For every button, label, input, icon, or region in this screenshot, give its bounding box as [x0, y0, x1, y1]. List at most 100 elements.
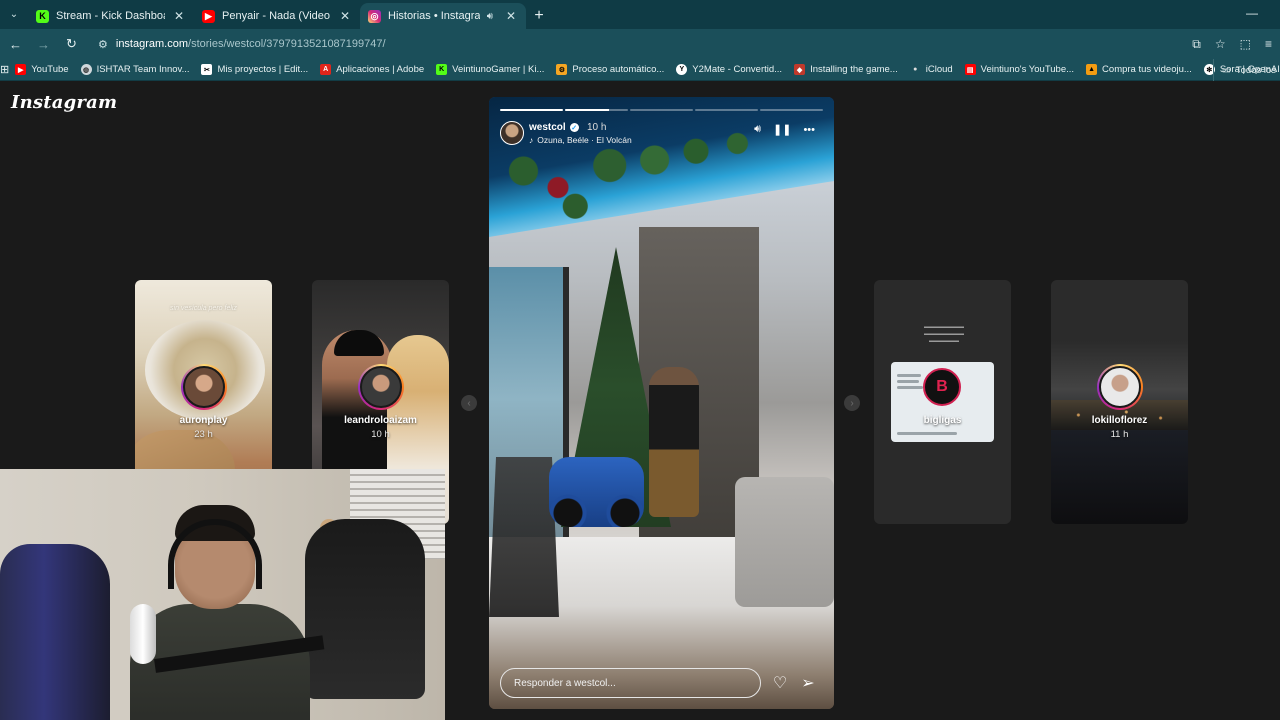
text-line — [897, 432, 957, 435]
bookmark-label: ISHTAR Team Innov... — [96, 64, 190, 75]
story-preview-bigligas[interactable]: ▬▬▬▬▬▬▬▬ ▬▬▬▬▬▬▬▬ ▬▬▬▬▬▬ B bigligas — [874, 280, 1011, 524]
like-heart-icon[interactable]: ♡ — [769, 672, 791, 694]
webcam-overlay — [0, 469, 445, 720]
tab-strip: ⌄ K Stream - Kick Dashboard ✕ ▶ Penyair … — [0, 0, 1280, 29]
bookmark-item[interactable]: ▤ Veintiuno's YouTube... — [959, 64, 1080, 75]
bookmark-item[interactable]: Y Y2Mate - Convertid... — [670, 64, 788, 75]
youtube-icon: ▶ — [202, 9, 215, 23]
close-tab-icon[interactable]: ✕ — [504, 9, 518, 23]
tab-kick-dashboard[interactable]: K Stream - Kick Dashboard ✕ — [28, 3, 194, 29]
story-author[interactable]: westcol ✓ — [529, 122, 579, 133]
address-bar[interactable]: ⚙ instagram.com/stories/westcol/37979135… — [92, 32, 1152, 56]
bookmark-label: Installing the game... — [810, 64, 898, 75]
bookmark-label: Proceso automático... — [572, 64, 665, 75]
pause-icon[interactable]: ❚❚ — [773, 123, 791, 136]
story-username: bigligas — [923, 415, 962, 426]
bookmark-item[interactable]: ◍ ISHTAR Team Innov... — [75, 64, 196, 75]
apps-grid-icon[interactable]: ⊞ — [0, 63, 9, 76]
streamer — [130, 505, 310, 720]
text-line — [897, 380, 919, 383]
install-app-icon[interactable]: ⧉ — [1192, 37, 1201, 52]
story-preview-lokilloflorez[interactable]: lokilloflorez 11 h — [1051, 280, 1188, 524]
tab-search-icon[interactable]: ⌄ — [0, 0, 28, 29]
avatar — [357, 364, 404, 410]
volume-icon[interactable]: 🔊︎ — [754, 123, 761, 136]
close-tab-icon[interactable]: ✕ — [338, 9, 352, 23]
story-progress-bar — [500, 109, 823, 111]
more-options-icon[interactable]: ••• — [803, 124, 815, 136]
bookmark-label: Veintiuno's YouTube... — [980, 64, 1075, 75]
story-time: 10 h — [587, 122, 607, 133]
url-path: /stories/westcol/3797913521087199747/ — [188, 38, 386, 50]
youtube-icon: ▶ — [15, 64, 27, 75]
browser-toolbar: ← → ↻ ⚙ instagram.com/stories/westcol/37… — [0, 29, 1280, 59]
tab-instagram-stories[interactable]: ◎ Historias • Instagram 🔊︎ ✕ — [360, 3, 526, 29]
close-tab-icon[interactable]: ✕ — [172, 9, 186, 23]
bookmark-item[interactable]: ◆ Installing the game... — [788, 64, 904, 75]
story-time: 11 h — [1110, 429, 1129, 440]
previous-story-icon[interactable]: ‹ — [461, 395, 477, 411]
reply-input[interactable] — [500, 668, 761, 698]
tab-title: Historias • Instagram — [388, 10, 480, 22]
apple-icon: ● — [913, 66, 918, 73]
story-thumbnail-text: ▬▬▬▬▬▬▬▬ ▬▬▬▬▬▬▬▬ ▬▬▬▬▬▬ — [924, 324, 964, 344]
bookmark-item[interactable]: ▲ Compra tus videoju... — [1080, 64, 1198, 75]
extensions-icon[interactable]: ⬚ — [1240, 37, 1251, 51]
text-line — [897, 386, 923, 389]
automation-icon: ⚙ — [556, 64, 568, 75]
tab-title: Penyair - Nada (Video Oficial) - — [222, 10, 331, 22]
story-image — [735, 477, 834, 607]
avatar[interactable] — [500, 121, 524, 145]
back-icon[interactable]: ← — [3, 32, 28, 57]
bookmark-item[interactable]: ✂ Mis proyectos | Edit... — [195, 64, 314, 75]
site-settings-icon[interactable]: ⚙ — [98, 38, 108, 51]
progress-segment — [695, 109, 758, 111]
bookmark-label: Mis proyectos | Edit... — [217, 64, 309, 75]
story-caption: sin vesícula pero feliz — [170, 305, 237, 312]
folder-icon: ▭ — [1221, 64, 1231, 76]
bookmark-label: VeintiunoGamer | Ki... — [452, 64, 545, 75]
forward-icon[interactable]: → — [31, 32, 56, 57]
microphone-icon — [130, 604, 156, 664]
send-icon[interactable]: ➢ — [797, 672, 819, 694]
progress-segment — [565, 109, 628, 111]
bookmark-item[interactable]: ● iCloud — [904, 64, 959, 75]
game-icon: ◆ — [794, 64, 806, 75]
menu-icon[interactable]: ≡ — [1265, 37, 1272, 51]
bookmark-label: iCloud — [925, 64, 953, 75]
bookmark-label: Aplicaciones | Adobe — [336, 64, 425, 75]
instagram-logo[interactable]: Instagram — [11, 92, 117, 113]
gaming-chair — [305, 519, 425, 699]
song-title: Ozuna, Beéle · El Volcán — [537, 135, 632, 145]
new-tab-button[interactable]: + — [526, 3, 552, 29]
speaker-icon[interactable]: 🔊︎ — [487, 11, 493, 22]
progress-fill — [500, 109, 563, 111]
tab-youtube-video[interactable]: ▶ Penyair - Nada (Video Oficial) - ✕ — [194, 3, 360, 29]
story-music[interactable]: ♪ Ozuna, Beéle · El Volcán — [529, 135, 632, 145]
progress-fill — [565, 109, 610, 111]
story-time: 23 h — [194, 429, 213, 440]
bookmark-item[interactable]: ⚙ Proceso automático... — [550, 64, 670, 75]
bookmark-item[interactable]: K VeintiunoGamer | Ki... — [430, 64, 550, 75]
bigligas-logo-icon: B — [923, 368, 961, 406]
active-story[interactable]: westcol ✓ 10 h ♪ Ozuna, Beéle · El Volcá… — [489, 97, 834, 709]
next-story-icon[interactable]: › — [844, 395, 860, 411]
reload-icon[interactable]: ↻ — [59, 32, 84, 57]
bookmark-item[interactable]: ▶ YouTube — [9, 64, 74, 75]
avatar — [180, 364, 227, 410]
story-thumbnail-image — [334, 330, 384, 356]
bookmarks-bar: ⊞ ▶ YouTube ◍ ISHTAR Team Innov... ✂ Mis pr… — [0, 59, 1280, 81]
minimize-icon[interactable]: — — [1246, 6, 1258, 20]
story-username: lokilloflorez — [1091, 415, 1148, 426]
bookmark-item[interactable]: A Aplicaciones | Adobe — [314, 64, 430, 75]
kick-icon: K — [436, 64, 448, 75]
y2mate-icon: Y — [676, 64, 688, 75]
reply-bar: ♡ ➢ — [500, 668, 823, 698]
avatar — [1096, 364, 1143, 410]
bookmark-star-icon[interactable]: ☆ — [1215, 37, 1226, 51]
all-bookmarks-button[interactable]: ▭ Todos los — [1212, 59, 1280, 81]
store-icon: ▲ — [1086, 64, 1098, 75]
story-image — [549, 457, 644, 527]
adobe-icon: A — [320, 64, 332, 75]
text-line — [897, 374, 921, 377]
